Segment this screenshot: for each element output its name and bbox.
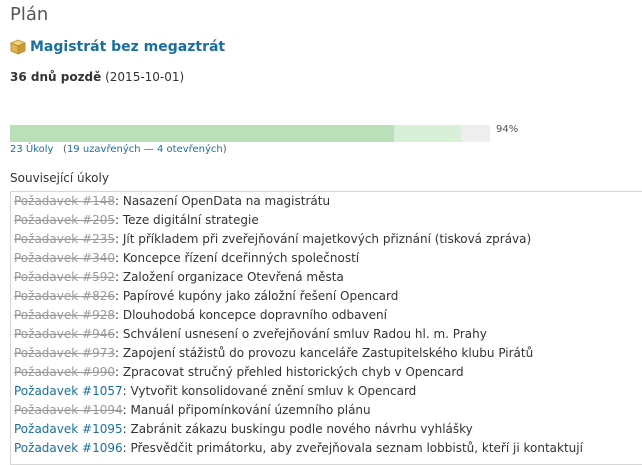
issue-row: Požadavek #826: Papírové kupóny jako zál… [11, 287, 642, 306]
issue-separator: : [114, 251, 123, 265]
related-issues-list: Požadavek #148: Nasazení OpenData na mag… [10, 191, 642, 465]
issue-row: Požadavek #1057: Vytvořit konsolidované … [11, 382, 642, 401]
closed-issues-link[interactable]: 19 uzavřených [67, 144, 141, 155]
issue-separator: : [114, 213, 123, 227]
issue-subject: Koncepce řízení dceřinných společností [122, 251, 360, 265]
issue-row: Požadavek #592: Založení organizace Otev… [11, 268, 642, 287]
progress-percent: 94% [496, 124, 519, 135]
issue-separator: : [114, 232, 123, 246]
issue-link[interactable]: Požadavek #1096 [14, 441, 123, 455]
issue-link[interactable]: Požadavek #990 [14, 365, 115, 379]
issue-separator: : [114, 194, 123, 208]
issue-link[interactable]: Požadavek #1095 [14, 422, 123, 436]
issue-link[interactable]: Požadavek #826 [14, 289, 115, 303]
issue-link[interactable]: Požadavek #1094 [14, 403, 123, 417]
page-title: Plán [10, 4, 49, 25]
issue-row: Požadavek #205: Teze digitální strategie [11, 211, 642, 230]
issue-link[interactable]: Požadavek #928 [14, 308, 115, 322]
open-issues-link[interactable]: 4 otevřených [157, 144, 223, 155]
issue-separator: : [114, 308, 123, 322]
issue-subject: Jít příkladem při zveřejňování majetkový… [122, 232, 532, 246]
issue-link[interactable]: Požadavek #946 [14, 327, 115, 341]
progress-bar [10, 125, 490, 142]
issue-row: Požadavek #1095: Zabránit zákazu busking… [11, 420, 642, 439]
issue-subject: Přesvědčit primátorku, aby zveřejňovala … [130, 441, 583, 455]
issue-counts: 23 Úkoly (19 uzavřených — 4 otevřených) [10, 144, 227, 155]
related-issues-title: Související úkoly [10, 171, 109, 185]
package-icon [9, 39, 27, 55]
due-status: 36 dnů pozdě (2015-10-01) [10, 70, 184, 84]
issue-separator: : [114, 270, 123, 284]
issue-row: Požadavek #148: Nasazení OpenData na mag… [11, 192, 642, 211]
counts-close-paren: ) [222, 144, 227, 155]
issue-subject: Schválení usnesení o zveřejňování smluv … [122, 327, 487, 341]
issue-subject: Dlouhodobá koncepce dopravního odbavení [122, 308, 387, 322]
issue-subject: Zabránit zákazu buskingu podle nového ná… [130, 422, 473, 436]
issue-subject: Manuál připomínkování územního plánu [130, 403, 371, 417]
issue-row: Požadavek #990: Zpracovat stručný přehle… [11, 363, 642, 382]
issue-link[interactable]: Požadavek #205 [14, 213, 115, 227]
issue-subject: Nasazení OpenData na magistrátu [122, 194, 331, 208]
issue-row: Požadavek #928: Dlouhodobá koncepce dopr… [11, 306, 642, 325]
issue-subject: Založení organizace Otevřená města [122, 270, 344, 284]
issue-subject: Vytvořit konsolidované znění smluv k Ope… [130, 384, 417, 398]
issue-subject: Papírové kupóny jako záložní řešení Open… [122, 289, 399, 303]
progress-done-fill [394, 125, 462, 142]
issue-subject: Zpracovat stručný přehled historických c… [122, 365, 464, 379]
issue-link[interactable]: Požadavek #1057 [14, 384, 123, 398]
issue-subject: Teze digitální strategie [122, 213, 259, 227]
progress-closed-fill [10, 125, 394, 142]
issue-separator: : [114, 289, 123, 303]
issue-row: Požadavek #946: Schválení usnesení o zve… [11, 325, 642, 344]
issue-separator: : [114, 346, 123, 360]
issue-row: Požadavek #1096: Přesvědčit primátorku, … [11, 439, 642, 458]
issue-link[interactable]: Požadavek #235 [14, 232, 115, 246]
version-link[interactable]: Magistrát bez megaztrát [30, 39, 225, 55]
issue-link[interactable]: Požadavek #340 [14, 251, 115, 265]
issue-row: Požadavek #973: Zapojení stážistů do pro… [11, 344, 642, 363]
issue-link[interactable]: Požadavek #148 [14, 194, 115, 208]
late-label: 36 dnů pozdě [10, 70, 102, 84]
issue-link[interactable]: Požadavek #973 [14, 346, 115, 360]
issue-subject: Zapojení stážistů do provozu kanceláře Z… [122, 346, 534, 360]
issue-row: Požadavek #235: Jít příkladem při zveřej… [11, 230, 642, 249]
issue-row: Požadavek #1094: Manuál připomínkování ú… [11, 401, 642, 420]
due-date: (2015-10-01) [105, 70, 185, 84]
issue-link[interactable]: Požadavek #592 [14, 270, 115, 284]
all-issues-link[interactable]: 23 Úkoly [10, 144, 53, 155]
issue-separator: : [114, 365, 123, 379]
counts-separator: — [140, 144, 157, 155]
issue-separator: : [114, 327, 123, 341]
issue-row: Požadavek #340: Koncepce řízení dceřinný… [11, 249, 642, 268]
version-heading: Magistrát bez megaztrát [9, 38, 225, 56]
